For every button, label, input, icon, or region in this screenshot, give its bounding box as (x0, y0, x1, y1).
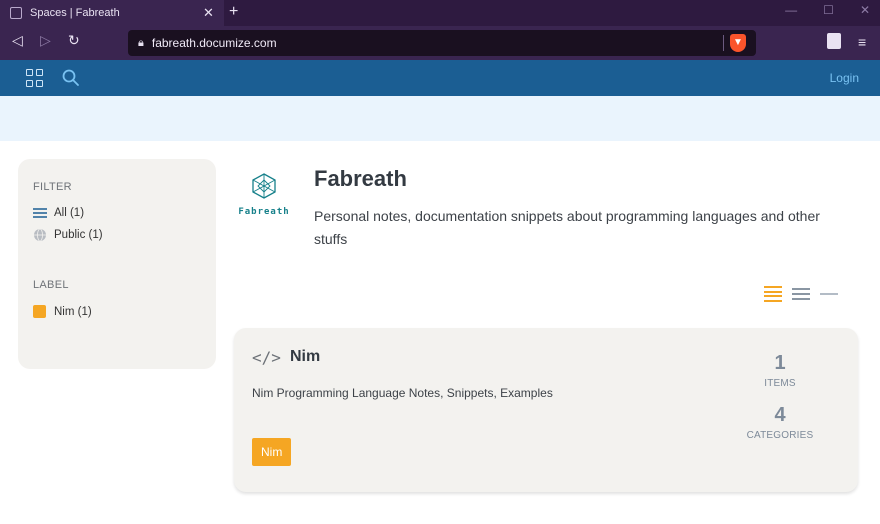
list-view-icon[interactable] (792, 288, 810, 300)
filter-public[interactable]: Public (1) (33, 228, 201, 242)
space-card[interactable]: </> Nim Nim Programming Language Notes, … (234, 328, 858, 492)
address-bar-divider (723, 35, 724, 51)
space-title: Fabreath (314, 166, 407, 191)
list-icon (33, 208, 47, 218)
items-stat: 1 ITEMS (740, 352, 820, 389)
filter-sidebar: FILTER All (1) Public (1) LABEL Nim (1) (18, 159, 216, 369)
label-color-swatch (33, 305, 46, 318)
compact-view-icon[interactable] (820, 293, 838, 295)
address-bar[interactable]: 🔒︎ fabreath.documize.com ▼ (128, 30, 756, 56)
categories-stat: 4 CATEGORIES (740, 404, 820, 441)
browser-tab[interactable]: Spaces | Fabreath ✕ (0, 0, 224, 26)
close-window-icon[interactable]: ✕ (860, 3, 870, 17)
header-band (0, 96, 880, 141)
spaces-grid-icon[interactable] (26, 69, 44, 87)
filter-public-label: Public (1) (54, 229, 103, 241)
url-text: fabreath.documize.com (151, 36, 277, 50)
label-nim[interactable]: Nim (1) (33, 305, 201, 318)
tab-title: Spaces | Fabreath (30, 7, 120, 19)
items-count: 1 (774, 352, 786, 374)
geodesic-logo-icon (252, 173, 276, 199)
label-nim-text: Nim (1) (54, 305, 92, 318)
tab-favicon-icon (10, 7, 22, 19)
browser-menu-icon[interactable]: ≡ (858, 34, 866, 50)
login-link[interactable]: Login (830, 71, 859, 85)
code-icon: </> (252, 348, 281, 367)
label-section-title: LABEL (33, 279, 69, 291)
forward-icon[interactable]: ▷ (40, 32, 51, 49)
back-icon[interactable]: ◁ (12, 32, 23, 49)
app-header: Login (0, 60, 880, 96)
space-card-title[interactable]: Nim (290, 348, 320, 366)
globe-icon (34, 228, 46, 242)
view-toggle-group (764, 286, 838, 302)
filter-section-title: FILTER (33, 181, 72, 193)
space-description: Personal notes, documentation snippets a… (314, 208, 820, 247)
categories-label: CATEGORIES (746, 430, 814, 441)
browser-toolbar: ◁ ▷ ↻ 🔒︎ fabreath.documize.com ▼ (0, 26, 880, 60)
browser-tab-bar: Spaces | Fabreath ✕ + — ☐ ✕ (0, 0, 880, 26)
tab-close-icon[interactable]: ✕ (203, 5, 214, 21)
card-view-icon[interactable] (764, 286, 782, 302)
filter-all-label: All (1) (54, 207, 85, 219)
brave-shield-icon[interactable]: ▼ (730, 34, 746, 52)
filter-all[interactable]: All (1) (33, 207, 201, 219)
items-label: ITEMS (764, 378, 796, 389)
new-tab-icon[interactable]: + (229, 3, 238, 21)
minimize-icon[interactable]: — (785, 3, 797, 17)
maximize-icon[interactable]: ☐ (823, 3, 834, 17)
categories-count: 4 (774, 404, 786, 426)
window-controls: — ☐ ✕ (785, 3, 870, 17)
space-card-label-tag[interactable]: Nim (252, 438, 292, 466)
clipboard-extension-icon[interactable] (827, 33, 841, 49)
search-icon[interactable] (61, 68, 81, 88)
space-logo-text: Fabreath (238, 207, 290, 217)
space-logo: Fabreath (234, 172, 294, 222)
reload-icon[interactable]: ↻ (68, 32, 80, 49)
lock-icon: 🔒︎ (138, 36, 144, 49)
space-card-description: Nim Programming Language Notes, Snippets… (252, 386, 553, 400)
